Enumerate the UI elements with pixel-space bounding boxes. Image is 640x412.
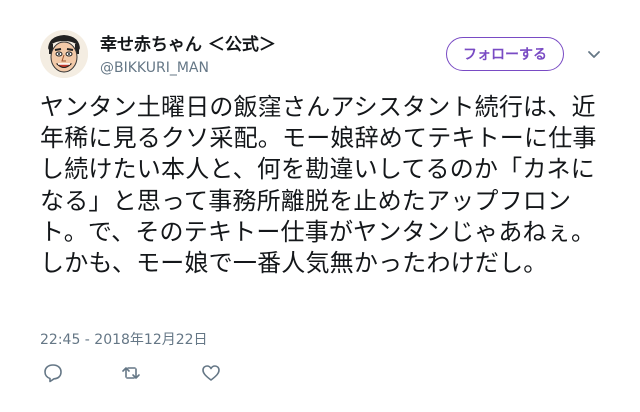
user-names: 幸せ赤ちゃん ＜公式＞ @BIKKURI_MAN [100,34,276,78]
tweet-actions [40,362,340,386]
follow-button[interactable]: フォローする [446,37,564,71]
reply-icon[interactable] [42,362,64,384]
tweet-text: ヤンタン土曜日の飯窪さんアシスタント続行は、近年稀に見るクソ采配。モー娘辞めてテ… [40,93,597,278]
avatar-face-icon [40,30,88,78]
tweet-timestamp[interactable]: 22:45 - 2018年12月22日 [40,330,208,350]
more-options-chevron-down-icon[interactable] [584,44,604,64]
retweet-icon[interactable] [120,362,142,384]
follow-button-label: フォローする [463,47,547,63]
tweet-header: 幸せ赤ちゃん ＜公式＞ @BIKKURI_MAN フォローする [40,28,615,88]
tweet-card: 幸せ赤ちゃん ＜公式＞ @BIKKURI_MAN フォローする ヤンタン土曜日の… [0,0,640,412]
avatar[interactable] [40,30,88,78]
heart-icon[interactable] [200,362,222,384]
user-handle[interactable]: @BIKKURI_MAN [100,58,276,78]
display-name[interactable]: 幸せ赤ちゃん ＜公式＞ [100,34,276,56]
